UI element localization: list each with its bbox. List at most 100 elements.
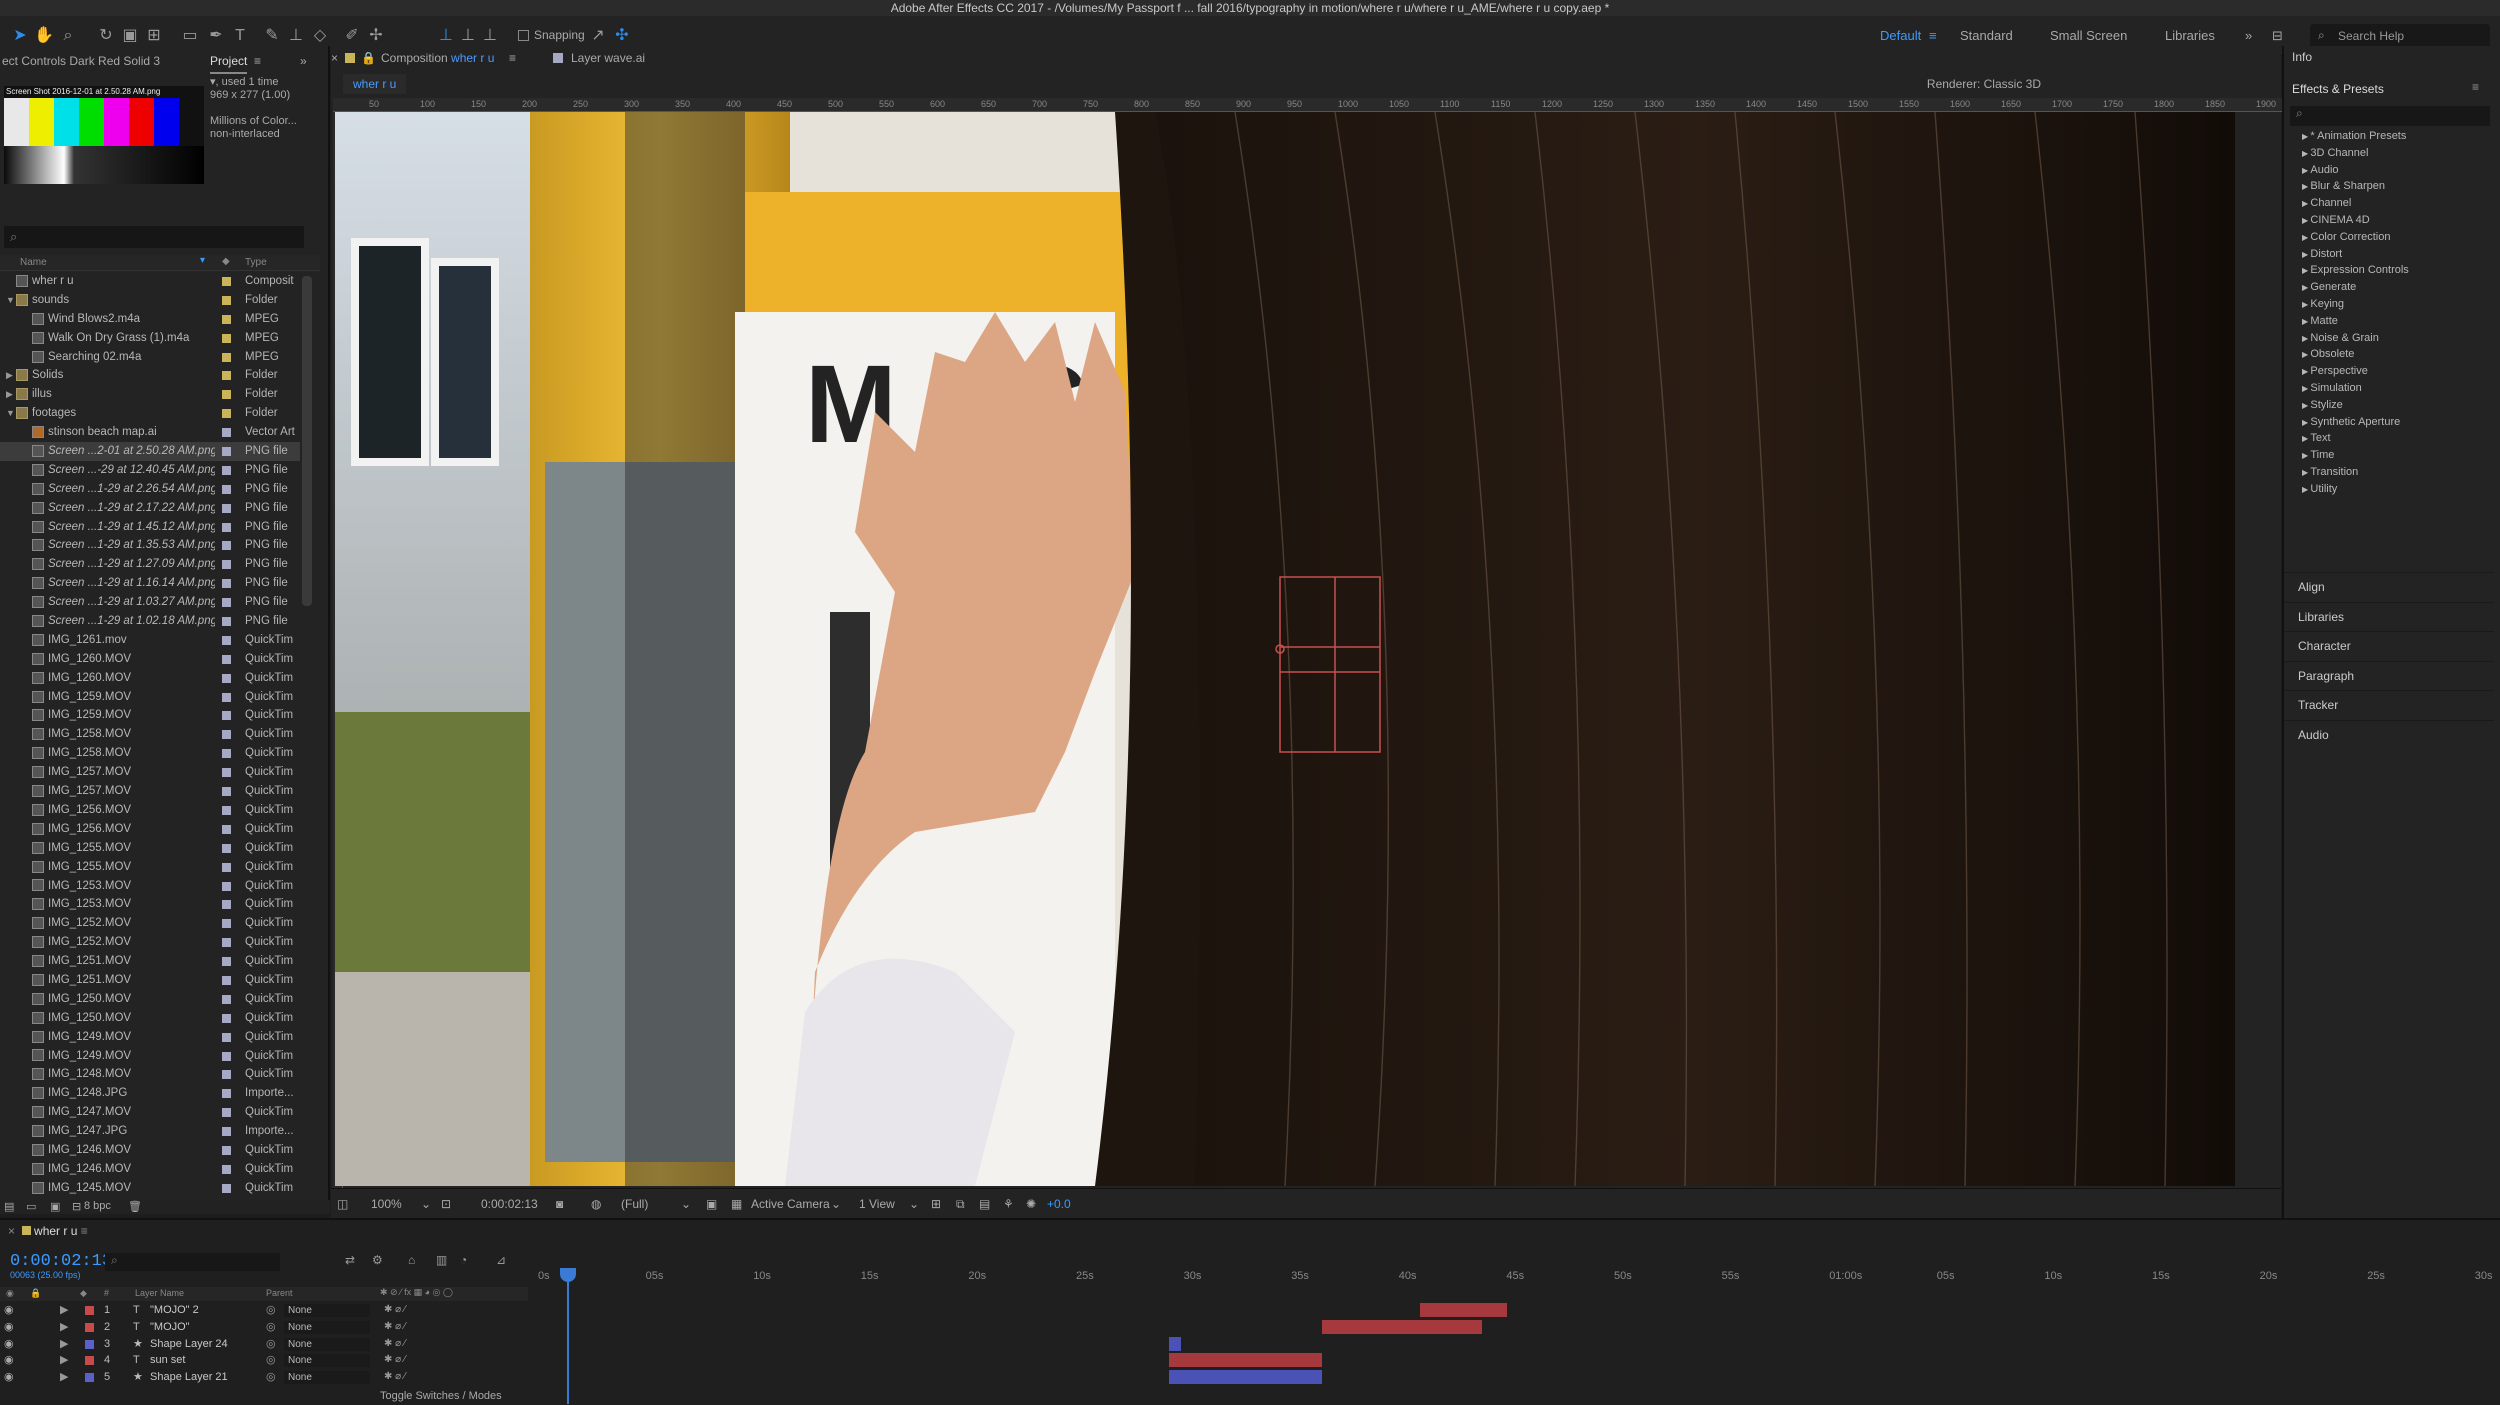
project-item[interactable]: IMG_1252.MOV QuickTim: [0, 914, 300, 933]
effect-category[interactable]: ▶ Obsolete: [2290, 346, 2490, 363]
effect-category[interactable]: ▶ * Animation Presets: [2290, 128, 2490, 145]
label-color-swatch[interactable]: [222, 711, 231, 721]
project-item[interactable]: Wind Blows2.m4a MPEG: [0, 310, 300, 329]
timeline-layer-row[interactable]: ◉ ▶ 3 ★ Shape Layer 24 ◎ None ✱ ⌀ ⁄: [0, 1336, 528, 1353]
comp-breadcrumb[interactable]: wher r u: [343, 74, 407, 94]
layer-duration-bar[interactable]: [1321, 1319, 1483, 1334]
layer-label-swatch[interactable]: [85, 1339, 94, 1349]
label-color-swatch[interactable]: [222, 919, 231, 929]
label-color-swatch[interactable]: [222, 1089, 231, 1099]
layer-switches[interactable]: ✱ ⌀ ⁄: [384, 1352, 406, 1369]
layer-name[interactable]: Shape Layer 24: [150, 1336, 228, 1353]
roi-icon[interactable]: ▣: [706, 1197, 717, 1211]
transparency-grid-icon[interactable]: ▦: [731, 1197, 742, 1211]
hand-tool-icon[interactable]: ✋: [34, 26, 54, 46]
layer-switches[interactable]: ✱ ⌀ ⁄: [384, 1336, 406, 1353]
layer-name[interactable]: sun set: [150, 1352, 185, 1369]
panel-overflow-icon[interactable]: »: [300, 48, 307, 74]
label-color-swatch[interactable]: [222, 1183, 231, 1193]
label-color-swatch[interactable]: [222, 673, 231, 683]
project-item[interactable]: IMG_1248.JPG Importe...: [0, 1084, 300, 1103]
flowchart-icon[interactable]: ⚘: [1003, 1197, 1014, 1211]
more-workspaces-icon[interactable]: »: [2245, 28, 2252, 43]
layer-duration-bar[interactable]: [1169, 1336, 1181, 1351]
effect-category[interactable]: ▶ Matte: [2290, 313, 2490, 330]
effect-category[interactable]: ▶ Transition: [2290, 464, 2490, 481]
rectangle-tool-icon[interactable]: ▭: [180, 26, 200, 46]
project-item[interactable]: Screen ...2-01 at 2.50.28 AM.png PNG file: [0, 442, 300, 461]
dropdown-arrow-icon[interactable]: ⌄: [421, 1197, 431, 1211]
col-layer-name[interactable]: Layer Name: [135, 1288, 184, 1298]
motion-blur-icon[interactable]: ◔: [460, 1253, 467, 1267]
project-item[interactable]: IMG_1257.MOV QuickTim: [0, 782, 300, 801]
close-comp-tab-icon[interactable]: ×: [331, 48, 338, 68]
label-color-swatch[interactable]: [222, 692, 231, 702]
visibility-eye-icon[interactable]: ◉: [4, 1352, 14, 1369]
composition-viewer[interactable]: M NG: [335, 112, 2235, 1186]
project-item[interactable]: Screen ...1-29 at 1.45.12 AM.png PNG file: [0, 518, 300, 537]
camera-tool-icon[interactable]: ▣: [120, 26, 140, 46]
exposure-icon[interactable]: ✺: [1026, 1197, 1036, 1211]
dropdown-arrow-icon[interactable]: ⌄: [909, 1197, 919, 1211]
timeline-menu-icon[interactable]: ≡: [81, 1224, 88, 1238]
search-options-icon[interactable]: ⊟: [2272, 28, 2283, 44]
project-item[interactable]: Screen ...-29 at 12.40.45 AM.png PNG file: [0, 461, 300, 480]
snap-edge-icon[interactable]: ↗: [588, 26, 608, 46]
panel-tracker[interactable]: Tracker: [2284, 690, 2494, 718]
puppet-tool-icon[interactable]: ✢: [366, 26, 386, 46]
project-item[interactable]: IMG_1255.MOV QuickTim: [0, 858, 300, 877]
time-ruler[interactable]: 0s 05s 10s 15s 20s 25s 30s 35s 40s 45s 50s 55s 01:00…: [530, 1268, 2493, 1282]
label-color-swatch[interactable]: [222, 484, 231, 494]
layer-name[interactable]: "MOJO" 2: [150, 1302, 199, 1319]
comp-menu-icon[interactable]: ≡: [509, 48, 516, 68]
brush-tool-icon[interactable]: ✎: [262, 26, 282, 46]
pen-tool-icon[interactable]: ✒: [206, 26, 226, 46]
parent-select[interactable]: None: [284, 1320, 370, 1334]
panel-libraries[interactable]: Libraries: [2284, 601, 2494, 630]
col-name[interactable]: Name: [20, 257, 47, 268]
label-color-swatch[interactable]: [222, 862, 231, 872]
shy-layers-icon[interactable]: ⌂: [408, 1253, 415, 1267]
effect-category[interactable]: ▶ CINEMA 4D: [2290, 212, 2490, 229]
always-preview-icon[interactable]: ◫: [337, 1197, 348, 1211]
label-color-swatch[interactable]: [222, 333, 231, 343]
project-item[interactable]: ▶ illus Folder: [0, 385, 300, 404]
label-color-swatch[interactable]: [222, 749, 231, 759]
project-item[interactable]: Screen ...1-29 at 1.27.09 AM.png PNG file: [0, 555, 300, 574]
label-color-swatch[interactable]: [222, 1013, 231, 1023]
bpc-label[interactable]: 8 bpc: [84, 1200, 111, 1212]
expand-triangle-icon[interactable]: ▶: [60, 1352, 68, 1369]
project-item[interactable]: IMG_1256.MOV QuickTim: [0, 820, 300, 839]
effect-category[interactable]: ▶ Perspective: [2290, 363, 2490, 380]
label-color-swatch[interactable]: [222, 881, 231, 891]
trash-icon[interactable]: 🗑: [128, 1200, 142, 1213]
visibility-eye-icon[interactable]: ◉: [4, 1336, 14, 1353]
expand-triangle-icon[interactable]: ▶: [60, 1319, 68, 1336]
roto-brush-tool-icon[interactable]: ✐: [342, 26, 362, 46]
timeline-tracks[interactable]: 0s 05s 10s 15s 20s 25s 30s 35s 40s 45s 50s 55s 01:00…: [530, 1268, 2493, 1398]
label-color-swatch[interactable]: [222, 617, 231, 627]
project-item[interactable]: ▼ footages Folder: [0, 404, 300, 423]
project-item[interactable]: IMG_1251.MOV QuickTim: [0, 971, 300, 990]
effect-category[interactable]: ▶ 3D Channel: [2290, 145, 2490, 162]
disclosure-triangle-icon[interactable]: ▶: [6, 366, 16, 385]
label-color-swatch[interactable]: [222, 654, 231, 664]
eraser-tool-icon[interactable]: ◇: [310, 26, 330, 46]
timeline-layer-row[interactable]: ◉ ▶ 2 T "MOJO" ◎ None ✱ ⌀ ⁄: [0, 1319, 528, 1336]
workspace-small-screen[interactable]: Small Screen: [2050, 28, 2127, 43]
project-item[interactable]: IMG_1246.MOV QuickTim: [0, 1160, 300, 1179]
resolution-select[interactable]: (Full): [621, 1197, 648, 1211]
effect-category[interactable]: ▶ Color Correction: [2290, 229, 2490, 246]
new-comp-icon[interactable]: ▣: [50, 1200, 60, 1213]
view-axis-icon[interactable]: ⊥: [480, 26, 500, 46]
timeline-search-input[interactable]: ⌕: [105, 1253, 280, 1271]
label-color-swatch[interactable]: [222, 1164, 231, 1174]
parent-select[interactable]: None: [284, 1304, 370, 1317]
expand-triangle-icon[interactable]: ▶: [60, 1302, 68, 1319]
snap-feature-icon[interactable]: ✣: [612, 26, 632, 46]
label-color-swatch[interactable]: [222, 805, 231, 815]
panel-align[interactable]: Align: [2284, 572, 2494, 600]
timeline-timecode[interactable]: 0:00:02:13: [10, 1252, 112, 1271]
views-select[interactable]: 1 View: [859, 1197, 895, 1211]
effect-category[interactable]: ▶ Keying: [2290, 296, 2490, 313]
